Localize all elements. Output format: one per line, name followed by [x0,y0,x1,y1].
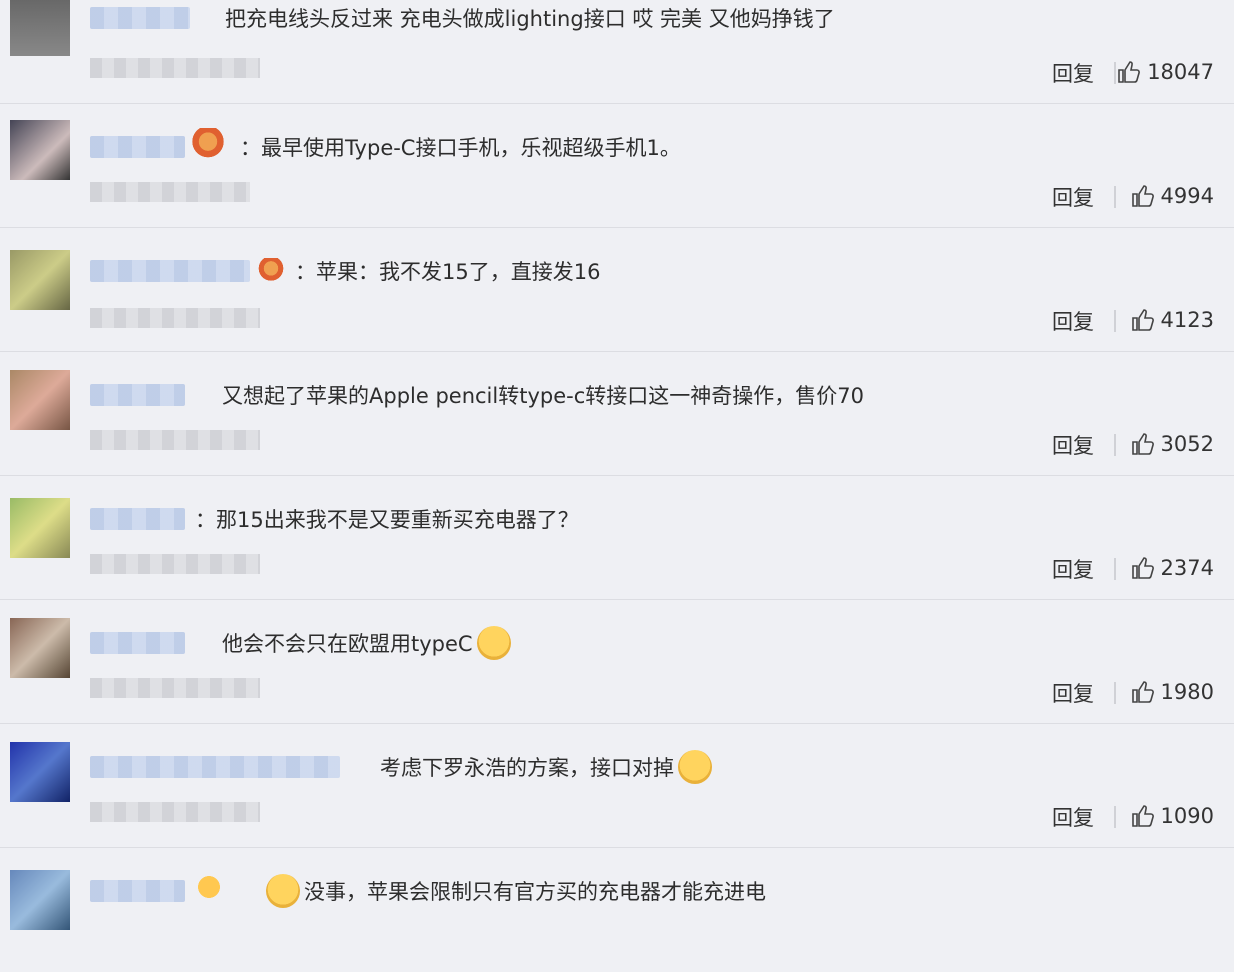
reply-button[interactable]: 回复 [1052,58,1094,88]
thumb-up-icon [1131,433,1154,455]
like-count: 2374 [1160,556,1214,580]
avatar[interactable] [10,498,70,558]
reply-button[interactable]: 回复 [1052,554,1094,584]
separator [1114,186,1116,208]
separator [1114,682,1116,704]
separator [1114,434,1116,456]
like-button[interactable]: 4123 [1131,308,1214,332]
like-button[interactable]: 1090 [1131,804,1214,828]
like-button[interactable]: 18047 [1117,60,1214,84]
avatar[interactable] [10,250,70,310]
comment-item: 没事，苹果会限制只有官方买的充电器才能充进电 [0,848,1234,972]
like-button[interactable]: 4994 [1131,184,1214,208]
comment-text-body: 他会不会只在欧盟用typeC [222,632,473,656]
reply-button[interactable]: 回复 [1052,678,1094,708]
avatar[interactable] [10,0,70,56]
comment-meta [90,802,260,822]
dog-emoji-icon [266,874,300,908]
username[interactable] [90,136,185,158]
avatar[interactable] [10,870,70,930]
reply-button[interactable]: 回复 [1052,802,1094,832]
comment-item: 他会不会只在欧盟用typeC 回复 1980 [0,600,1234,724]
badge-icon [192,870,226,904]
comment-text: ：最早使用Type-C接口手机，乐视超级手机1。 [240,136,681,160]
thumb-up-icon [1131,185,1154,207]
comment-text: 考虑下罗永浩的方案，接口对掉 [380,750,712,786]
comment-text: ：苹果：我不发15了，直接发16 [295,260,601,284]
username[interactable] [90,880,185,902]
separator [1114,558,1116,580]
separator [1114,310,1116,332]
comment-text: 又想起了苹果的Apple pencil转type-c转接口这一神奇操作，售价70 [222,384,864,408]
like-count: 1090 [1160,804,1214,828]
avatar[interactable] [10,370,70,430]
reply-button[interactable]: 回复 [1052,306,1094,336]
username[interactable] [90,632,185,654]
comment-item: ：苹果：我不发15了，直接发16 回复 4123 [0,228,1234,352]
comment-meta [90,308,260,328]
avatar[interactable] [10,742,70,802]
username[interactable] [90,7,190,29]
username[interactable] [90,756,340,778]
username[interactable] [90,384,185,406]
thumb-up-icon [1131,309,1154,331]
comment-text: ：那15出来我不是又要重新买充电器了？ [195,508,579,532]
avatar[interactable] [10,618,70,678]
comment-meta [90,58,260,78]
comment-text-body: 考虑下罗永浩的方案，接口对掉 [380,756,674,780]
like-count: 4994 [1160,184,1214,208]
like-button[interactable]: 1980 [1131,680,1214,704]
comment-item: 把充电线头反过来 充电头做成lighting接口 哎 完美 又他妈挣钱了 回复 … [0,0,1234,104]
laugh-cry-emoji-icon [678,750,712,784]
comment-text: 他会不会只在欧盟用typeC [222,626,511,662]
comment-list: 把充电线头反过来 充电头做成lighting接口 哎 完美 又他妈挣钱了 回复 … [0,0,1234,930]
comment-meta [90,430,260,450]
badge-icon [192,128,224,162]
like-button[interactable]: 3052 [1131,432,1214,456]
reply-button[interactable]: 回复 [1052,430,1094,460]
like-button[interactable]: 2374 [1131,556,1214,580]
comment-meta [90,678,260,698]
like-count: 3052 [1160,432,1214,456]
thumb-up-icon [1118,61,1141,83]
reply-button[interactable]: 回复 [1052,182,1094,212]
comment-item: 又想起了苹果的Apple pencil转type-c转接口这一神奇操作，售价70… [0,352,1234,476]
comment-meta [90,554,260,574]
comment-meta [90,182,250,202]
comment-item: 考虑下罗永浩的方案，接口对掉 回复 1090 [0,724,1234,848]
thumb-up-icon [1131,557,1154,579]
like-count: 1980 [1160,680,1214,704]
comment-text-body: 没事，苹果会限制只有官方买的充电器才能充进电 [304,880,766,904]
comment-item: ：最早使用Type-C接口手机，乐视超级手机1。 回复 4994 [0,104,1234,228]
username[interactable] [90,508,185,530]
thumb-up-icon [1131,681,1154,703]
avatar[interactable] [10,120,70,180]
separator [1114,806,1116,828]
like-count: 4123 [1160,308,1214,332]
badge-icon [258,258,284,284]
thumb-up-icon [1131,805,1154,827]
shush-emoji-icon [476,626,511,660]
separator [1114,62,1116,84]
username[interactable] [90,260,250,282]
comment-text: 没事，苹果会限制只有官方买的充电器才能充进电 [266,874,766,910]
comment-item: ：那15出来我不是又要重新买充电器了？ 回复 2374 [0,476,1234,600]
like-count: 18047 [1147,60,1214,84]
comment-text: 把充电线头反过来 充电头做成lighting接口 哎 完美 又他妈挣钱了 [225,7,835,31]
